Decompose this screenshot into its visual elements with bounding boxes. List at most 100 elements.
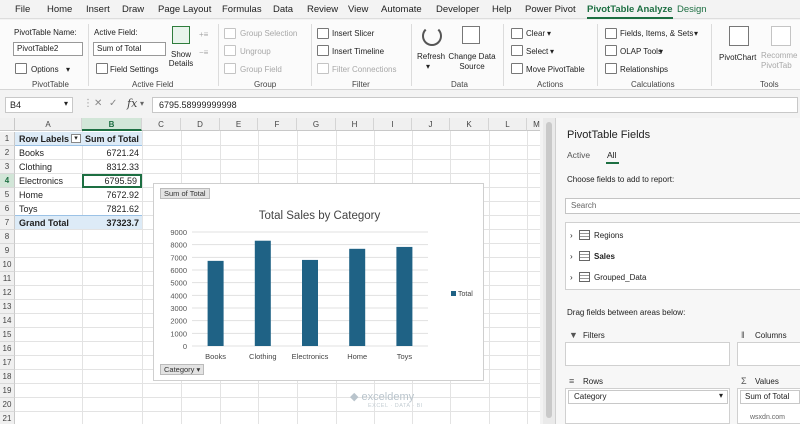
recommended-pivottable-button[interactable]: Recomme PivotTab [761,51,800,71]
menu-power-pivot[interactable]: Power Pivot [525,4,576,15]
vertical-scrollbar[interactable] [543,118,555,424]
relationships-button[interactable]: Relationships [620,65,668,74]
menu-insert[interactable]: Insert [86,4,110,15]
menu-draw[interactable]: Draw [122,4,144,15]
pivot-row-label[interactable]: Books [16,146,82,160]
columns-drop-area[interactable] [737,342,800,366]
chevron-down-icon[interactable]: ▾ [140,99,144,108]
chevron-right-icon[interactable]: › [570,252,573,261]
menu-help[interactable]: Help [492,4,512,15]
olap-tools-button[interactable]: OLAP Tools [620,47,662,56]
row-header[interactable]: 5 [0,188,15,202]
column-header[interactable]: L [489,118,527,131]
column-header[interactable]: J [412,118,450,131]
pivottable-name-input[interactable]: PivotTable2 [13,42,83,56]
row-header[interactable]: 17 [0,356,15,370]
ungroup-button[interactable]: Ungroup [240,47,271,56]
group-field-button[interactable]: Group Field [240,65,282,74]
menu-automate[interactable]: Automate [381,4,422,15]
pivot-row-label[interactable]: Toys [16,202,82,216]
field-table-grouped-data[interactable]: Grouped_Data [594,273,646,282]
menu-data[interactable]: Data [273,4,293,15]
row-header[interactable]: 15 [0,328,15,342]
column-header[interactable]: H [336,118,374,131]
menu-home[interactable]: Home [47,4,72,15]
grand-total-label[interactable]: Grand Total [16,216,82,230]
row-header[interactable]: 4 [0,174,15,188]
column-header[interactable]: A [15,118,82,131]
column-header[interactable]: F [258,118,297,131]
options-button[interactable]: Options [31,65,59,74]
refresh-button[interactable]: Refresh [417,52,445,61]
tab-active[interactable]: Active [567,150,590,160]
grand-total-value[interactable]: 37323.7 [82,216,142,230]
row-header[interactable]: 7 [0,216,15,230]
menu-view[interactable]: View [348,4,368,15]
row-header[interactable]: 13 [0,300,15,314]
chevron-down-icon[interactable]: ▾ [694,29,698,38]
select-all-button[interactable] [0,118,15,131]
chevron-down-icon[interactable]: ▾ [550,47,554,56]
clear-button[interactable]: Clear [526,29,545,38]
pivot-chart[interactable]: Sum of Total Total Sales by Category 0 10… [153,183,484,381]
field-table-sales[interactable]: Sales [594,252,615,261]
column-header[interactable]: I [374,118,412,131]
move-pivottable-button[interactable]: Move PivotTable [526,65,585,74]
chevron-down-icon[interactable]: ▾ [426,62,430,71]
row-header[interactable]: 11 [0,272,15,286]
collapse-field-icon[interactable]: −≡ [199,48,208,57]
group-selection-button[interactable]: Group Selection [240,29,297,38]
fields-items-sets-button[interactable]: Fields, Items, & Sets [620,29,693,38]
column-header[interactable]: D [181,118,220,131]
cancel-icon[interactable]: ✕ [94,98,102,109]
sum-of-total-header[interactable]: Sum of Total [82,132,142,146]
row-header[interactable]: 6 [0,202,15,216]
change-data-source-button[interactable]: Change Data Source [448,52,496,72]
column-header[interactable]: G [297,118,336,131]
chevron-down-icon[interactable]: ▾ [66,65,70,74]
enter-icon[interactable]: ✓ [109,98,117,109]
active-field-input[interactable]: Sum of Total [93,42,166,56]
row-header[interactable]: 10 [0,258,15,272]
name-box[interactable]: B4 [5,97,73,113]
chevron-down-icon[interactable]: ▾ [64,99,68,108]
column-header[interactable]: E [220,118,258,131]
row-header[interactable]: 21 [0,412,15,424]
menu-pivottable-analyze[interactable]: PivotTable Analyze [587,4,673,19]
chevron-down-icon[interactable]: ▾ [659,47,663,56]
expand-field-icon[interactable]: +≡ [199,30,208,39]
chevron-down-icon[interactable]: ▾ [547,29,551,38]
row-header[interactable]: 18 [0,370,15,384]
row-header[interactable]: 16 [0,342,15,356]
select-button[interactable]: Select [526,47,548,56]
column-header[interactable]: B [82,118,142,131]
pivot-row-label[interactable]: Home [16,188,82,202]
formula-input[interactable]: 6795.58999999998 [152,97,798,113]
row-header[interactable]: 14 [0,314,15,328]
menu-review[interactable]: Review [307,4,338,15]
menu-design[interactable]: Design [677,4,707,15]
row-header[interactable]: 1 [0,132,15,146]
column-header[interactable]: K [450,118,489,131]
insert-slicer-button[interactable]: Insert Slicer [332,29,374,38]
menu-file[interactable]: File [15,4,30,15]
row-header[interactable]: 2 [0,146,15,160]
row-header[interactable]: 9 [0,244,15,258]
pivotchart-button[interactable]: PivotChart [719,53,756,62]
show-details-button[interactable]: Show Details [166,50,196,68]
menu-page-layout[interactable]: Page Layout [158,4,211,15]
column-header[interactable]: M [527,118,540,131]
field-table-regions[interactable]: Regions [594,231,623,240]
menu-developer[interactable]: Developer [436,4,479,15]
tab-all[interactable]: All [607,150,616,160]
filter-connections-button[interactable]: Filter Connections [332,65,396,74]
menu-formulas[interactable]: Formulas [222,4,262,15]
rows-field-category[interactable]: Category [568,390,728,404]
axis-field-button[interactable]: Category ▾ [160,364,205,375]
row-header[interactable]: 19 [0,384,15,398]
field-settings-button[interactable]: Field Settings [110,65,158,74]
pivot-row-value[interactable]: 6721.24 [82,146,142,160]
insert-function-button[interactable]: fx [127,97,137,110]
filter-dropdown-icon[interactable]: ▾ [71,134,81,143]
insert-timeline-button[interactable]: Insert Timeline [332,47,384,56]
